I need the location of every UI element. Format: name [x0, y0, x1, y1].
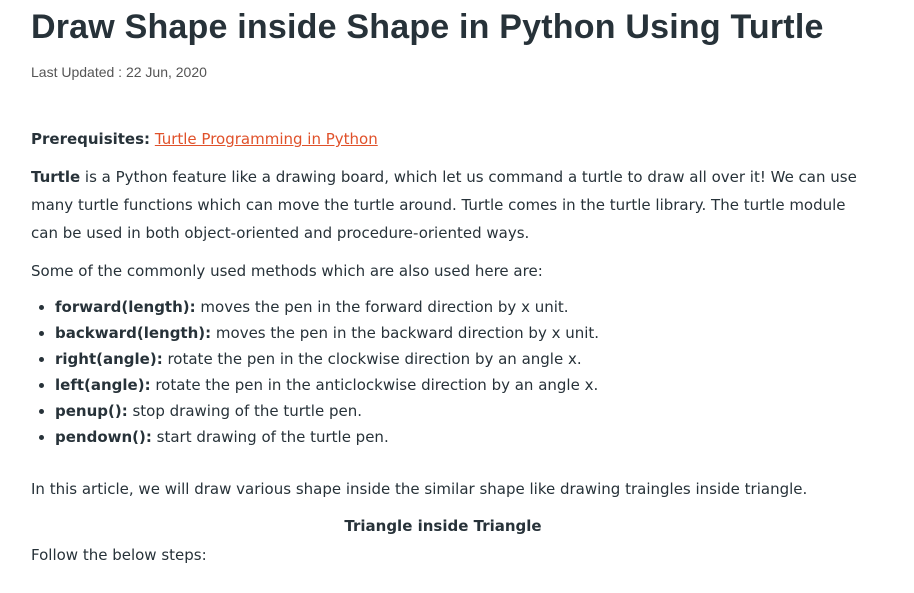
- method-name: right(angle):: [55, 350, 163, 368]
- intro-text: is a Python feature like a drawing board…: [31, 168, 857, 242]
- list-item: right(angle): rotate the pen in the cloc…: [55, 346, 599, 372]
- page-title: Draw Shape inside Shape in Python Using …: [31, 8, 824, 46]
- prerequisites-label: Prerequisites:: [31, 130, 151, 148]
- intro-bold: Turtle: [31, 168, 81, 186]
- list-item: forward(length): moves the pen in the fo…: [55, 294, 599, 320]
- list-item: penup(): stop drawing of the turtle pen.: [55, 398, 599, 424]
- method-desc: stop drawing of the turtle pen.: [127, 402, 362, 420]
- list-item: backward(length): moves the pen in the b…: [55, 320, 599, 346]
- list-item: pendown(): start drawing of the turtle p…: [55, 424, 599, 450]
- prerequisite-link[interactable]: Turtle Programming in Python: [155, 130, 378, 148]
- prerequisites: Prerequisites: Turtle Programming in Pyt…: [31, 125, 378, 153]
- method-desc: moves the pen in the forward direction b…: [195, 298, 569, 316]
- article-text: In this article, we will draw various sh…: [31, 480, 808, 498]
- method-desc: start drawing of the turtle pen.: [151, 428, 389, 446]
- intro-paragraph: Turtle is a Python feature like a drawin…: [31, 163, 871, 247]
- method-desc: moves the pen in the backward direction …: [211, 324, 600, 342]
- method-name: penup():: [55, 402, 128, 420]
- methods-list: forward(length): moves the pen in the fo…: [31, 294, 599, 450]
- method-name: forward(length):: [55, 298, 196, 316]
- methods-intro: Some of the commonly used methods which …: [31, 262, 543, 280]
- method-name: left(angle):: [55, 376, 151, 394]
- last-updated: Last Updated : 22 Jun, 2020: [31, 64, 207, 80]
- method-name: backward(length):: [55, 324, 212, 342]
- method-desc: rotate the pen in the anticlockwise dire…: [150, 376, 599, 394]
- list-item: left(angle): rotate the pen in the antic…: [55, 372, 599, 398]
- method-name: pendown():: [55, 428, 152, 446]
- follow-steps: Follow the below steps:: [31, 546, 207, 564]
- method-desc: rotate the pen in the clockwise directio…: [162, 350, 582, 368]
- section-heading: Triangle inside Triangle: [344, 517, 542, 535]
